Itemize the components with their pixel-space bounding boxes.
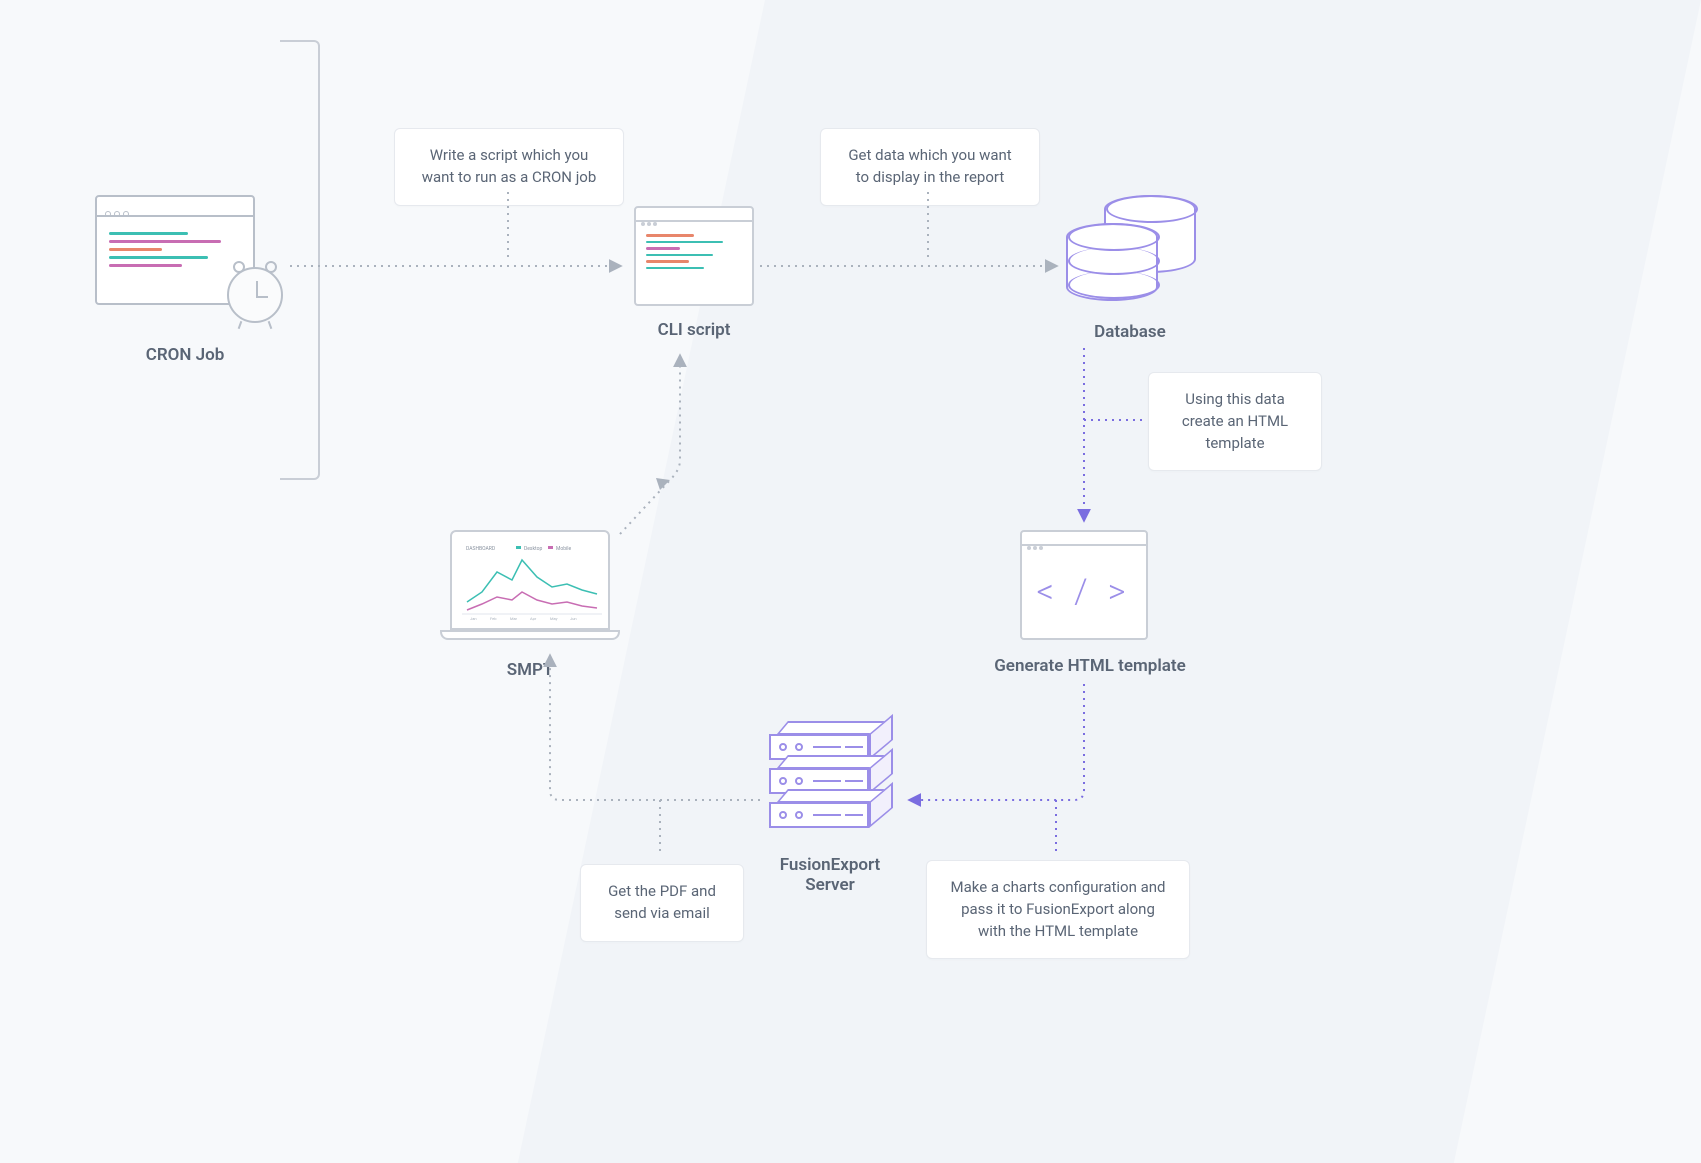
svg-text:DASHBOARD: DASHBOARD	[466, 546, 495, 552]
cron-job-node	[95, 195, 255, 305]
callout-using-data: Using this data create an HTML template	[1148, 372, 1322, 471]
diagram-canvas: CRON Job Write a script which you want t…	[0, 0, 1701, 1163]
svg-text:Jun: Jun	[570, 616, 577, 621]
database-node	[1066, 195, 1196, 305]
callout-write-script: Write a script which you want to run as …	[394, 128, 624, 206]
callout-get-data: Get data which you want to display in th…	[820, 128, 1040, 206]
svg-text:Desktop: Desktop	[524, 546, 542, 552]
svg-text:Feb: Feb	[490, 616, 497, 621]
laptop-icon: DASHBOARD Desktop Mobile Jan Feb Mar Apr…	[440, 530, 620, 640]
cron-window-icon	[95, 195, 255, 305]
svg-text:May: May	[550, 616, 558, 621]
database-icon	[1066, 195, 1196, 305]
fusionexport-node	[769, 730, 869, 832]
svg-text:Mobile: Mobile	[556, 546, 571, 552]
clock-icon	[227, 267, 283, 323]
svg-text:Apr: Apr	[530, 616, 537, 621]
code-glyph-icon: < / >	[1022, 546, 1146, 638]
smpt-label: SMPT	[490, 660, 570, 680]
database-label: Database	[1070, 322, 1190, 342]
cron-job-label: CRON Job	[110, 345, 260, 365]
smpt-node: DASHBOARD Desktop Mobile Jan Feb Mar Apr…	[440, 530, 620, 640]
server-icon	[769, 730, 869, 828]
callout-get-pdf: Get the PDF and send via email	[580, 864, 744, 942]
fusionexport-label: FusionExport Server	[760, 855, 900, 895]
html-template-node: < / >	[1020, 530, 1148, 640]
bracket-decorator	[280, 40, 320, 480]
html-window-icon: < / >	[1020, 530, 1148, 640]
html-template-label: Generate HTML template	[980, 656, 1200, 676]
svg-text:Mar: Mar	[510, 616, 518, 621]
cli-script-label: CLI script	[644, 320, 744, 340]
callout-make-charts: Make a charts configuration and pass it …	[926, 860, 1190, 959]
svg-text:Jan: Jan	[470, 616, 477, 621]
cli-script-node	[634, 206, 754, 306]
cli-window-icon	[634, 206, 754, 306]
